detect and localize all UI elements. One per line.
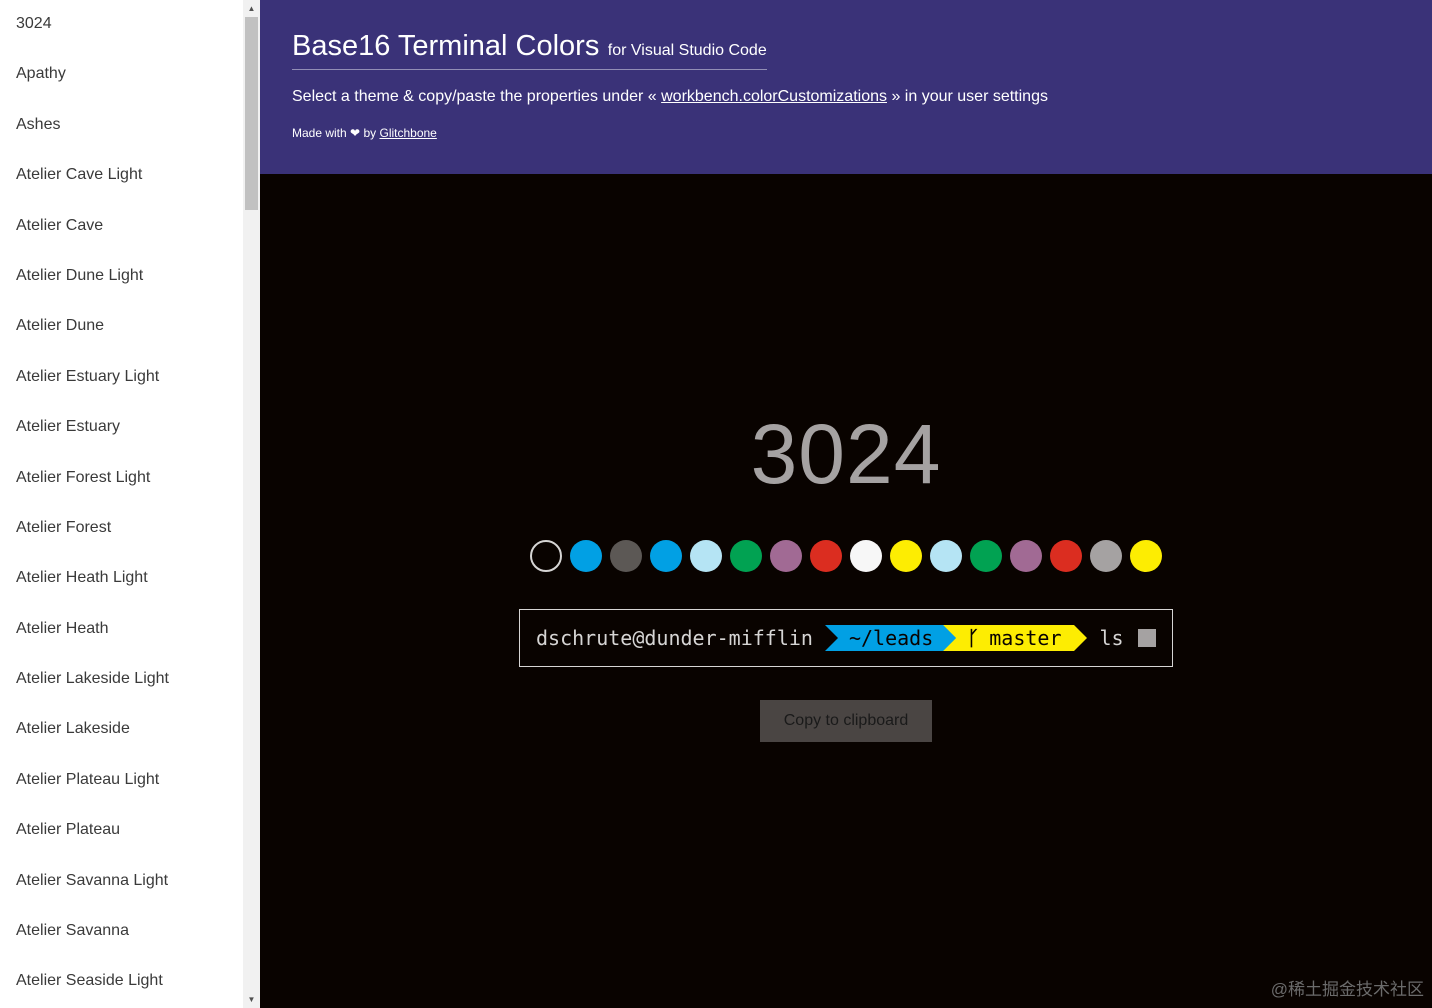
theme-list-item[interactable]: 3024: [0, 0, 243, 50]
terminal-user-host: dschrute@dunder-mifflin: [536, 626, 813, 650]
theme-preview: 3024 dschrute@dunder-mifflin ~/leads ᚴ ma…: [260, 174, 1432, 1008]
color-swatch: [690, 540, 722, 572]
credits: Made with ❤ by Glitchbone: [292, 126, 437, 140]
scroll-up-arrow-icon[interactable]: ▲: [243, 0, 260, 17]
instructions-prefix: Select a theme & copy/paste the properti…: [292, 88, 657, 105]
theme-list-item[interactable]: Atelier Plateau: [0, 806, 243, 856]
terminal-directory-segment: ~/leads: [824, 625, 957, 651]
color-swatch: [1050, 540, 1082, 572]
git-branch-icon: ᚴ: [967, 626, 980, 650]
terminal-directory: ~/leads: [848, 626, 934, 650]
terminal-branch: master: [989, 626, 1062, 650]
theme-list-item[interactable]: Atelier Forest: [0, 504, 243, 554]
theme-name: 3024: [750, 407, 942, 501]
author-link[interactable]: Glitchbone: [379, 126, 436, 140]
watermark: @稀土掘金技术社区: [1270, 980, 1424, 999]
color-swatch: [530, 540, 562, 572]
credits-by: by: [363, 126, 377, 140]
sidebar-scrollbar[interactable]: ▲ ▼: [243, 0, 260, 1008]
theme-list-item[interactable]: Atelier Lakeside Light: [0, 655, 243, 705]
color-swatch: [1090, 540, 1122, 572]
color-swatch: [770, 540, 802, 572]
color-swatch: [930, 540, 962, 572]
instructions: Select a theme & copy/paste the properti…: [292, 88, 1048, 106]
theme-list-item[interactable]: Atelier Cave: [0, 202, 243, 252]
color-swatch: [730, 540, 762, 572]
theme-list-item[interactable]: Atelier Lakeside: [0, 705, 243, 755]
theme-list-item[interactable]: Atelier Plateau Light: [0, 756, 243, 806]
color-swatch: [570, 540, 602, 572]
color-swatch: [1130, 540, 1162, 572]
theme-sidebar: 3024 Apathy Ashes Atelier Cave Light Ate…: [0, 0, 260, 1008]
theme-list-item[interactable]: Atelier Heath Light: [0, 554, 243, 604]
terminal-cursor: [1137, 629, 1156, 647]
color-swatch: [970, 540, 1002, 572]
color-swatch: [610, 540, 642, 572]
color-swatch: [810, 540, 842, 572]
color-swatches: [530, 540, 1170, 572]
color-swatch: [650, 540, 682, 572]
instructions-suffix: » in your user settings: [891, 88, 1048, 105]
theme-list-item[interactable]: Atelier Savanna Light: [0, 857, 243, 907]
terminal-command: ls: [1099, 626, 1124, 650]
color-swatch: [1010, 540, 1042, 572]
heart-icon: ❤: [350, 126, 361, 140]
color-swatch: [890, 540, 922, 572]
page-title: Base16 Terminal Colors for Visual Studio…: [292, 30, 767, 70]
color-swatch: [850, 540, 882, 572]
title-subtitle: for Visual Studio Code: [607, 42, 767, 59]
credits-prefix: Made with: [292, 126, 347, 140]
theme-list-item[interactable]: Ashes: [0, 101, 243, 151]
theme-list: 3024 Apathy Ashes Atelier Cave Light Ate…: [0, 0, 243, 1008]
theme-list-item[interactable]: Atelier Dune Light: [0, 252, 243, 302]
color-customizations-link[interactable]: workbench.colorCustomizations: [661, 88, 887, 105]
theme-list-item[interactable]: Atelier Heath: [0, 605, 243, 655]
theme-list-item[interactable]: Atelier Estuary: [0, 403, 243, 453]
terminal-preview: dschrute@dunder-mifflin ~/leads ᚴ master …: [519, 609, 1173, 667]
theme-list-item[interactable]: Atelier Forest Light: [0, 454, 243, 504]
theme-list-item[interactable]: Atelier Estuary Light: [0, 353, 243, 403]
copy-to-clipboard-button[interactable]: Copy to clipboard: [760, 700, 932, 742]
theme-list-item[interactable]: Apathy: [0, 50, 243, 100]
theme-list-item[interactable]: Atelier Savanna: [0, 907, 243, 957]
theme-list-item[interactable]: Atelier Seaside Light: [0, 957, 243, 1007]
theme-list-item[interactable]: Atelier Cave Light: [0, 151, 243, 201]
title-main: Base16 Terminal Colors: [292, 30, 600, 62]
scroll-thumb[interactable]: [245, 17, 258, 210]
theme-list-item[interactable]: Atelier Dune: [0, 302, 243, 352]
scroll-down-arrow-icon[interactable]: ▼: [243, 991, 260, 1008]
page-header: Base16 Terminal Colors for Visual Studio…: [260, 0, 1432, 174]
app-root: 3024 Apathy Ashes Atelier Cave Light Ate…: [0, 0, 1432, 1008]
terminal-git-segment: ᚴ master: [943, 625, 1087, 651]
